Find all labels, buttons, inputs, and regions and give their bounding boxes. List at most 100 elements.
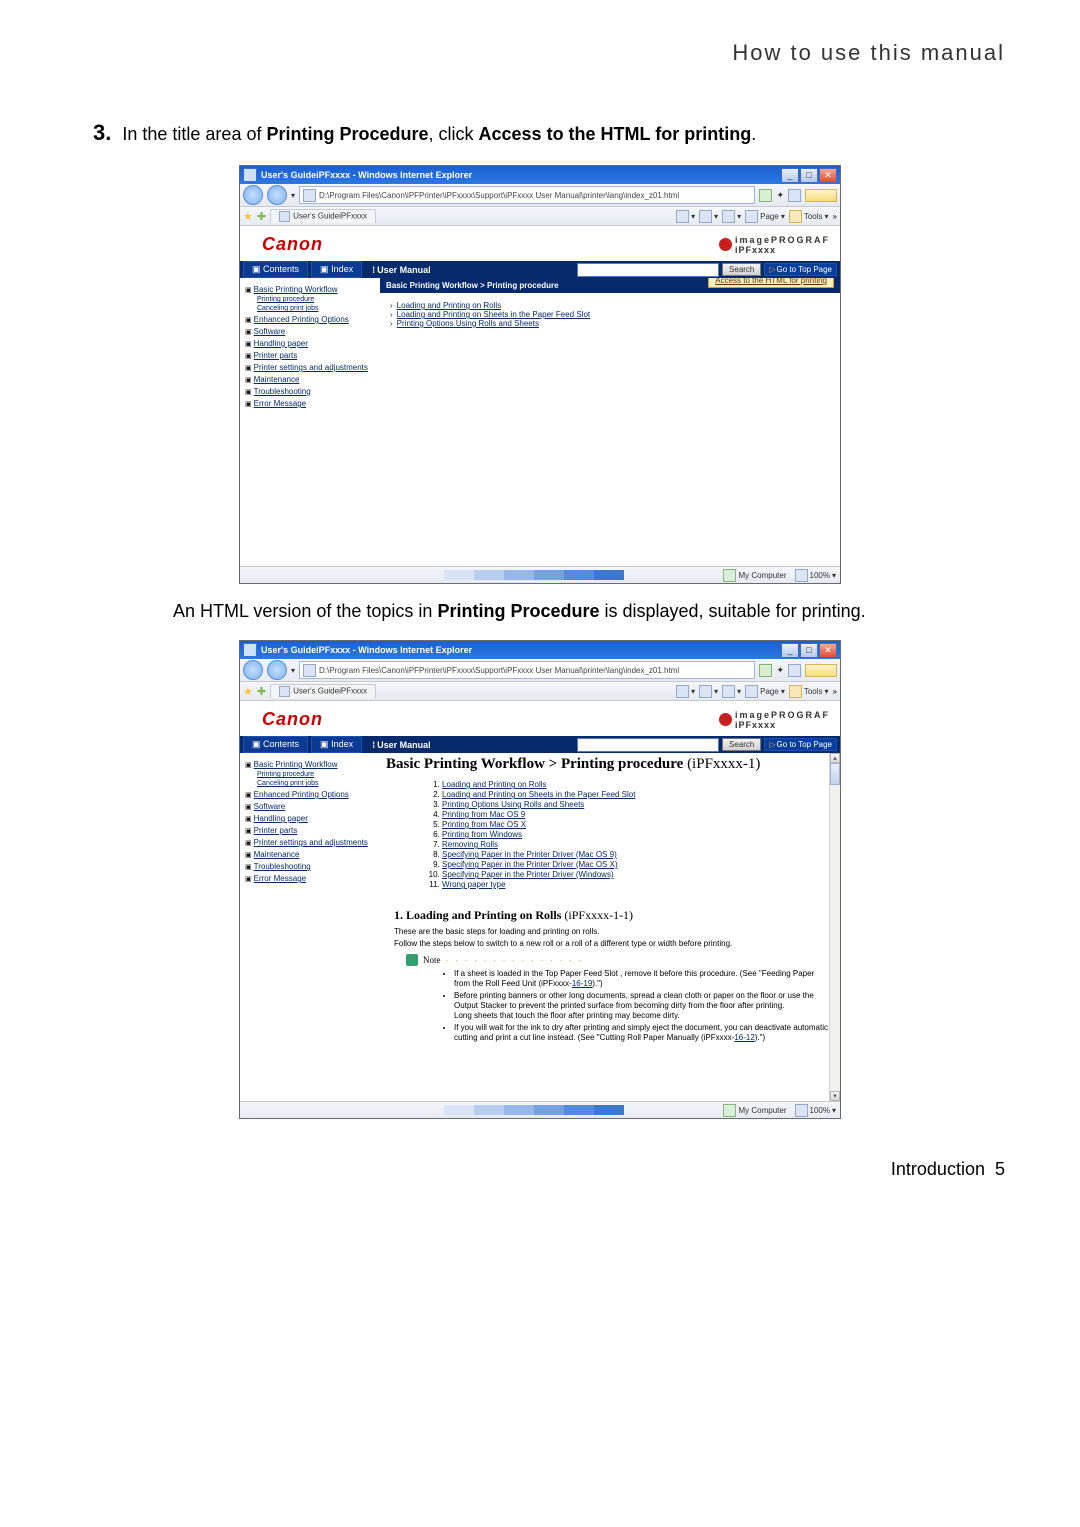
page-menu-icon [745, 685, 758, 698]
topic-link[interactable]: Specifying Paper in the Printer Driver (… [442, 860, 840, 870]
zoom-label[interactable]: 100%▾ [795, 569, 836, 582]
sidebar-subitem[interactable]: Canceling print jobs [257, 780, 375, 787]
sidebar-item[interactable]: ▣Troubleshooting [245, 387, 375, 396]
goto-top-link[interactable]: Go to Top Page [764, 738, 837, 751]
content-link[interactable]: ›Loading and Printing on Rolls [390, 301, 714, 310]
topic-link[interactable]: Specifying Paper in the Printer Driver (… [442, 870, 840, 880]
ie-icon [243, 643, 257, 657]
back-button[interactable] [243, 660, 263, 680]
search-button[interactable]: Search [722, 263, 761, 276]
minimize-button[interactable]: _ [781, 168, 799, 183]
feeds-icon [699, 685, 712, 698]
page-icon [303, 664, 316, 677]
topic-link[interactable]: Printing from Windows [442, 830, 840, 840]
sidebar-item[interactable]: ▣Software [245, 802, 375, 811]
scrollbar[interactable]: ▴ ▾ [829, 753, 840, 1101]
browser-tab[interactable]: User's GuideiPFxxxx [270, 684, 376, 698]
back-button[interactable] [243, 185, 263, 205]
topic-link[interactable]: Loading and Printing on Sheets in the Pa… [442, 790, 840, 800]
sidebar-item[interactable]: ▣Maintenance [245, 375, 375, 384]
stop-icon[interactable] [788, 664, 801, 677]
favorites-icon[interactable]: ★ [243, 685, 253, 698]
maximize-button[interactable]: □ [800, 643, 818, 658]
address-bar[interactable]: D:\Program Files\Canon\iPFPrinter\iPFxxx… [299, 186, 755, 204]
minimize-button[interactable]: _ [781, 643, 799, 658]
sidebar: ▣Basic Printing Workflow Printing proced… [240, 278, 380, 566]
search-input[interactable] [577, 738, 719, 752]
zoom-icon [795, 569, 808, 582]
add-favorites-icon[interactable]: ✚ [257, 685, 266, 698]
brand-row: Canon imagePROGRAF iPFxxxx [240, 701, 840, 736]
search-icon[interactable] [805, 189, 837, 202]
goto-top-link[interactable]: Go to Top Page [764, 263, 837, 276]
tab-bar: ★ ✚ User's GuideiPFxxxx ▾ ▾ ▾ Page ▾ Too… [240, 207, 840, 226]
topic-link[interactable]: Printing from Mac OS X [442, 820, 840, 830]
home-icon [676, 685, 689, 698]
browser-tab[interactable]: User's GuideiPFxxxx [270, 209, 376, 223]
content-pane: ▴ ▾ Basic Printing Workflow > Printing p… [380, 753, 840, 1101]
zone-label: My Computer [723, 1104, 787, 1117]
contents-tab[interactable]: ▣ Contents [243, 736, 308, 753]
sidebar-item[interactable]: ▣Enhanced Printing Options [245, 790, 375, 799]
sidebar-item[interactable]: ▣Handling paper [245, 814, 375, 823]
page-footer: Introduction 5 [75, 1159, 1005, 1180]
contents-tab[interactable]: ▣ Contents [243, 261, 308, 278]
sidebar-item[interactable]: ▣Software [245, 327, 375, 336]
sidebar-item[interactable]: ▣Printer settings and adjustments [245, 838, 375, 847]
sidebar-item[interactable]: ▣Troubleshooting [245, 862, 375, 871]
topic-link[interactable]: Wrong paper type [442, 880, 840, 890]
note-link[interactable]: 16-19 [572, 979, 592, 988]
close-button[interactable]: ✕ [819, 168, 837, 183]
sidebar-item[interactable]: ▣Printer settings and adjustments [245, 363, 375, 372]
content-link[interactable]: ›Printing Options Using Rolls and Sheets [390, 319, 840, 328]
search-input[interactable] [577, 263, 719, 277]
note-link[interactable]: 16-12 [734, 1033, 754, 1042]
go-icon[interactable] [759, 664, 772, 677]
window-title: User's GuideiPFxxxx - Windows Internet E… [261, 170, 780, 180]
forward-button[interactable] [267, 185, 287, 205]
sidebar-item[interactable]: ▣Printer parts [245, 826, 375, 835]
zone-icon [723, 1104, 736, 1117]
search-icon[interactable] [805, 664, 837, 677]
topic-link[interactable]: Printing Options Using Rolls and Sheets [442, 800, 840, 810]
content-link[interactable]: ›Loading and Printing on Sheets in the P… [390, 310, 840, 319]
zone-icon [723, 569, 736, 582]
maximize-button[interactable]: □ [800, 168, 818, 183]
scroll-thumb[interactable] [830, 763, 840, 785]
sidebar-item[interactable]: ▣Basic Printing Workflow [245, 760, 375, 769]
sidebar-item[interactable]: ▣Handling paper [245, 339, 375, 348]
go-icon[interactable] [759, 189, 772, 202]
add-favorites-icon[interactable]: ✚ [257, 210, 266, 223]
sidebar-subitem[interactable]: Printing procedure [257, 771, 375, 778]
sidebar-item[interactable]: ▣Maintenance [245, 850, 375, 859]
sidebar-item[interactable]: ▣Printer parts [245, 351, 375, 360]
stop-icon[interactable] [788, 189, 801, 202]
search-button[interactable]: Search [722, 738, 761, 751]
zoom-label[interactable]: 100%▾ [795, 1104, 836, 1117]
scroll-down-button[interactable]: ▾ [830, 1091, 840, 1101]
index-tab[interactable]: ▣ Index [311, 736, 362, 753]
topic-link[interactable]: Printing from Mac OS 9 [442, 810, 840, 820]
close-button[interactable]: ✕ [819, 643, 837, 658]
sidebar-item[interactable]: ▣Error Message [245, 399, 375, 408]
sidebar-item[interactable]: ▣Basic Printing Workflow [245, 285, 375, 294]
tools-menu-icon [789, 685, 802, 698]
address-bar[interactable]: D:\Program Files\Canon\iPFPrinter\iPFxxx… [299, 661, 755, 679]
prograf-mark-icon [719, 713, 732, 726]
favorites-icon[interactable]: ★ [243, 210, 253, 223]
sidebar: ▣Basic Printing Workflow Printing proced… [240, 753, 380, 1101]
sidebar-item[interactable]: ▣Enhanced Printing Options [245, 315, 375, 324]
sidebar-item[interactable]: ▣Error Message [245, 874, 375, 883]
topic-link[interactable]: Loading and Printing on Rolls [442, 780, 840, 790]
feeds-icon [699, 210, 712, 223]
index-tab[interactable]: ▣ Index [311, 261, 362, 278]
topic-link[interactable]: Specifying Paper in the Printer Driver (… [442, 850, 840, 860]
sidebar-subitem[interactable]: Printing procedure [257, 296, 375, 303]
access-html-link[interactable]: Access to the HTML for printing [708, 278, 834, 288]
sidebar-subitem[interactable]: Canceling print jobs [257, 305, 375, 312]
page-title: Basic Printing Workflow > Printing proce… [380, 753, 840, 776]
home-icon [676, 210, 689, 223]
topic-link[interactable]: Removing Rolls [442, 840, 840, 850]
forward-button[interactable] [267, 660, 287, 680]
scroll-up-button[interactable]: ▴ [830, 753, 840, 763]
